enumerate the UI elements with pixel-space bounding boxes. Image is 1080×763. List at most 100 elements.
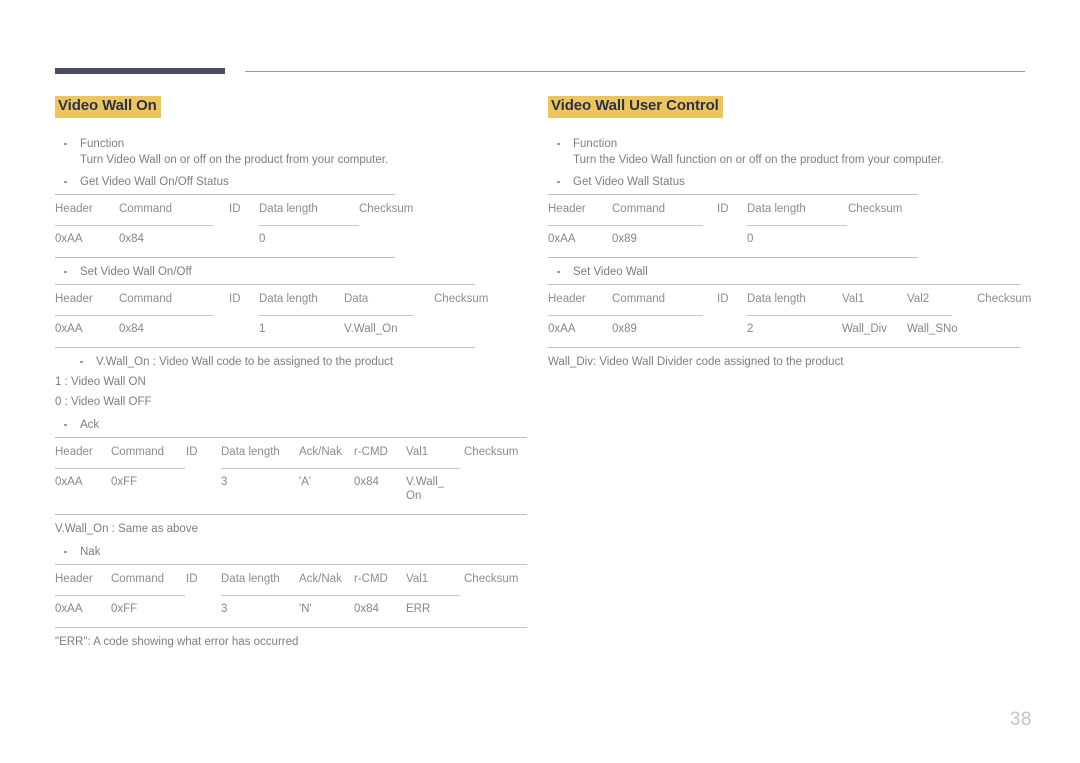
- bullet-vwall-on-note: V.Wall_On : Video Wall code to be assign…: [55, 354, 535, 370]
- cell-command: 0x84: [119, 322, 144, 335]
- table-separator-segment: [259, 314, 414, 316]
- cell-val1: Wall_Div: [842, 322, 887, 335]
- cell-id: [229, 314, 259, 347]
- top-rule-thin-line: [245, 71, 1025, 72]
- function-description: Turn Video Wall on or off on the product…: [80, 153, 389, 166]
- bullet-function: Function Turn the Video Wall function on…: [548, 136, 1028, 168]
- wall-div-note: Wall_Div: Video Wall Divider code assign…: [548, 355, 844, 368]
- page-number: 38: [1009, 709, 1032, 730]
- table-header-row: Header Command ID Data length Data Check…: [55, 285, 514, 314]
- col-header-header: Header: [55, 445, 93, 458]
- col-header-command: Command: [111, 445, 165, 458]
- bullet-set-video-wall: Set Video Wall On/Off: [55, 264, 535, 280]
- cell-header: 0xAA: [548, 232, 576, 245]
- vwall-on-note-text: V.Wall_On : Video Wall code to be assign…: [96, 355, 394, 368]
- left-column: Video Wall On Function Turn Video Wall o…: [55, 96, 535, 654]
- set-video-wall-label: Set Video Wall On/Off: [80, 265, 192, 278]
- table-separator-segment: [221, 594, 460, 596]
- col-header-ack-nak: Ack/Nak: [299, 572, 342, 585]
- col-header-header: Header: [548, 202, 586, 215]
- col-header-data-length: Data length: [259, 292, 318, 305]
- cell-command: 0x89: [612, 322, 637, 335]
- table-set-video-wall: Header Command ID Data length Data Check…: [55, 283, 488, 348]
- bullet-function: Function Turn Video Wall on or off on th…: [55, 136, 535, 168]
- table-header-row: Header Command ID Data length Ack/Nak r-…: [55, 565, 527, 594]
- table-header-row: Header Command ID Data length Checksum: [55, 195, 449, 224]
- table-row: 0xAA 0x89 0: [548, 224, 918, 257]
- cell-header: 0xAA: [55, 602, 83, 615]
- col-header-header: Header: [55, 572, 93, 585]
- function-description: Turn the Video Wall function on or off o…: [573, 153, 944, 166]
- col-header-checksum: Checksum: [359, 202, 414, 215]
- table-get-video-wall-status: Header Command ID Data length Checksum 0…: [55, 193, 413, 258]
- section-heading-video-wall-on: Video Wall On: [55, 96, 161, 118]
- cell-data-length: 3: [221, 475, 228, 488]
- section-heading-video-wall-user-control: Video Wall User Control: [548, 96, 723, 118]
- table-row: 0xAA 0x84 0: [55, 224, 449, 257]
- col-header-val1: Val1: [406, 445, 429, 458]
- col-header-id: ID: [717, 202, 729, 215]
- col-header-checksum: Checksum: [848, 202, 903, 215]
- bullet-set-video-wall: Set Video Wall: [548, 264, 1028, 280]
- col-header-checksum: Checksum: [977, 292, 1032, 305]
- col-header-data-length: Data length: [747, 202, 806, 215]
- cell-command: 0x84: [119, 232, 144, 245]
- cell-id: [229, 224, 259, 257]
- cell-data-length: 2: [747, 322, 754, 335]
- function-label: Function: [573, 137, 618, 150]
- col-header-command: Command: [119, 292, 173, 305]
- col-header-r-cmd: r-CMD: [354, 445, 388, 458]
- table-header-row: Header Command ID Data length Ack/Nak r-…: [55, 438, 527, 467]
- col-header-checksum: Checksum: [434, 292, 489, 305]
- table-ack: Header Command ID Data length Ack/Nak r-…: [55, 436, 527, 515]
- table-separator-segment: [747, 224, 847, 226]
- cell-data-length: 0: [259, 232, 266, 245]
- cell-data-length: 1: [259, 322, 266, 335]
- cell-r-cmd: 0x84: [354, 475, 379, 488]
- table-row: 0xAA 0x84 1 V.Wall_On: [55, 314, 514, 347]
- ack-label: Ack: [80, 418, 100, 431]
- col-header-data-length: Data length: [221, 445, 280, 458]
- cell-ack-nak: 'A': [299, 475, 312, 488]
- col-header-checksum: Checksum: [464, 445, 519, 458]
- vwall-off-value-line: 0 : Video Wall OFF: [55, 395, 152, 408]
- nak-label: Nak: [80, 545, 101, 558]
- col-header-command: Command: [612, 202, 666, 215]
- nak-err-note: "ERR": A code showing what error has occ…: [55, 635, 299, 648]
- col-header-checksum: Checksum: [464, 572, 519, 585]
- cell-id: [717, 314, 747, 347]
- col-header-val1: Val1: [842, 292, 865, 305]
- get-status-label: Get Video Wall On/Off Status: [80, 175, 229, 188]
- cell-id: [186, 467, 221, 514]
- page-top-rule: [55, 68, 1025, 74]
- cell-val1: V.Wall_ On: [406, 475, 445, 502]
- col-header-id: ID: [229, 202, 241, 215]
- table-separator-segment: [747, 314, 952, 316]
- col-header-id: ID: [186, 445, 198, 458]
- col-header-data-length: Data length: [221, 572, 280, 585]
- table-separator-segment: [55, 467, 185, 469]
- ack-note: V.Wall_On : Same as above: [55, 522, 198, 535]
- bullet-nak: Nak: [55, 544, 535, 560]
- vwall-on-value-line: 1 : Video Wall ON: [55, 375, 146, 388]
- cell-ack-nak: 'N': [299, 602, 312, 615]
- table-separator-segment: [548, 224, 703, 226]
- table-row: 0xAA 0xFF 3 'A' 0x84 V.Wall_ On: [55, 467, 527, 514]
- col-header-id: ID: [186, 572, 198, 585]
- cell-header: 0xAA: [55, 475, 83, 488]
- cell-data-length: 3: [221, 602, 228, 615]
- cell-checksum: [359, 224, 449, 257]
- right-column: Video Wall User Control Function Turn th…: [548, 96, 1031, 374]
- bullet-get-status: Get Video Wall On/Off Status: [55, 174, 535, 190]
- table-separator-segment: [259, 224, 359, 226]
- cell-checksum: [434, 314, 514, 347]
- function-label: Function: [80, 137, 125, 150]
- col-header-command: Command: [111, 572, 165, 585]
- table-separator-segment: [221, 467, 460, 469]
- table-separator-segment: [55, 314, 213, 316]
- col-header-r-cmd: r-CMD: [354, 572, 388, 585]
- table-set-video-wall: Header Command ID Data length Val1 Val2 …: [548, 283, 1031, 348]
- cell-checksum: [464, 467, 527, 514]
- table-nak: Header Command ID Data length Ack/Nak r-…: [55, 563, 527, 628]
- top-rule-accent-bar: [55, 68, 225, 74]
